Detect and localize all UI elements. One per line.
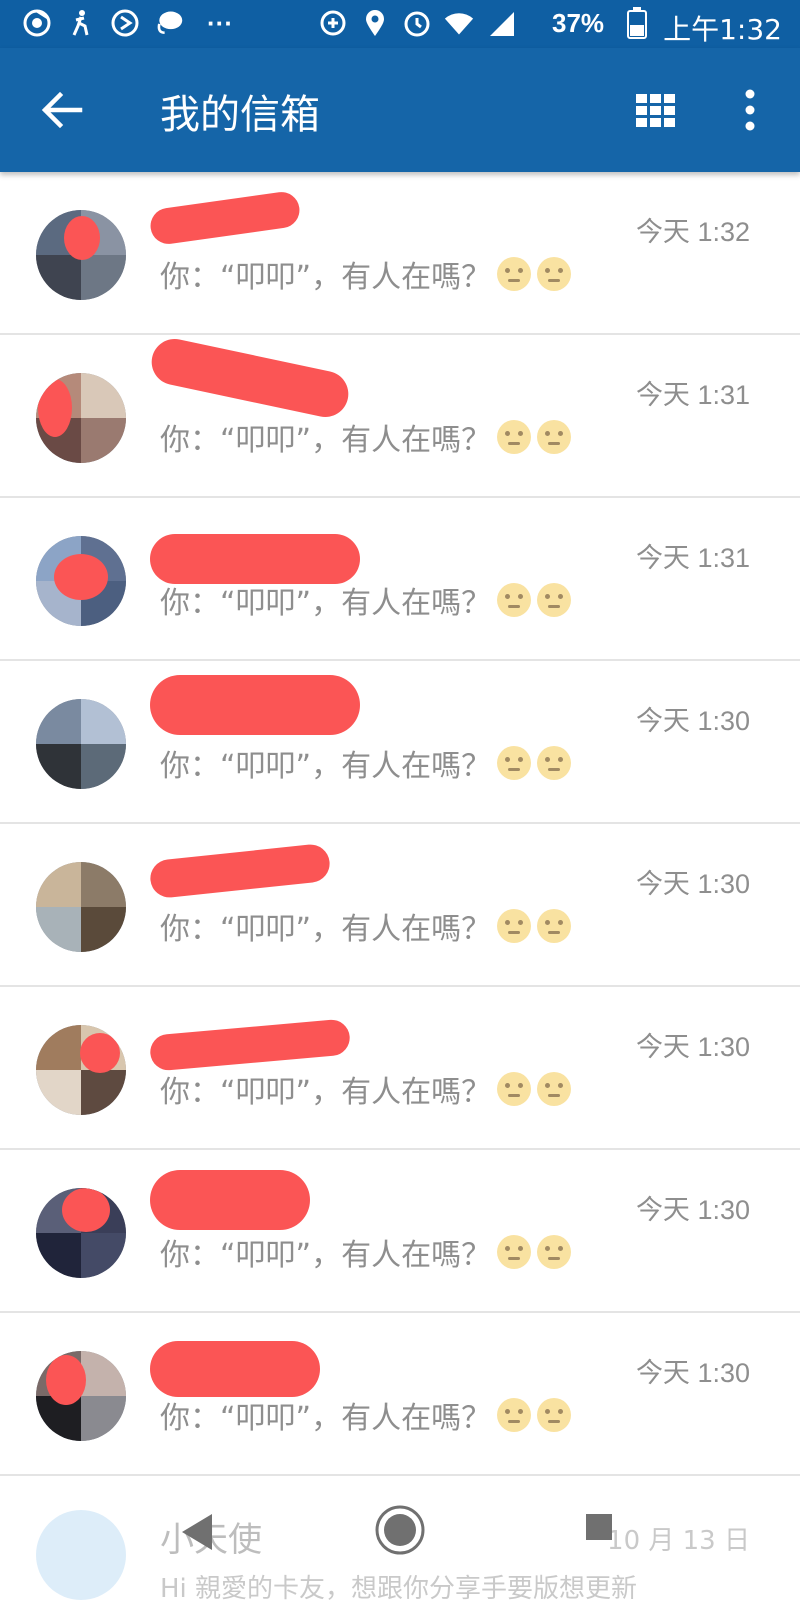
message-row[interactable]: 你：“叩叩”，有人在嗎？ 今天 1:30	[0, 661, 800, 824]
thinking-face-emoji-icon	[497, 420, 532, 454]
grid-view-icon[interactable]	[634, 92, 678, 128]
avatar	[36, 1188, 126, 1278]
nav-home-icon[interactable]	[374, 1504, 426, 1560]
avatar	[36, 536, 126, 626]
contact-name-redacted	[147, 334, 353, 422]
clock: 上午1:32	[663, 13, 782, 46]
chrome-icon	[22, 8, 52, 38]
message-row[interactable]: 你：“叩叩”，有人在嗎？ 今天 1:32	[0, 172, 800, 335]
message-preview: 你：“叩叩”，有人在嗎？	[160, 578, 572, 622]
preview-text: 你：“叩叩”，有人在嗎？	[160, 423, 492, 458]
preview-text: 你：“叩叩”，有人在嗎？	[160, 1401, 492, 1436]
more-vert-icon[interactable]	[734, 86, 766, 134]
message-row[interactable]: 你：“叩叩”，有人在嗎？ 今天 1:30	[0, 1313, 800, 1476]
message-preview: 你：“叩叩”，有人在嗎？	[160, 904, 572, 948]
message-time: 今天 1:31	[635, 543, 750, 573]
contact-name-redacted	[148, 189, 302, 247]
thinking-face-emoji-icon	[537, 1235, 572, 1269]
thinking-face-emoji-icon	[497, 583, 532, 617]
nav-recents-icon[interactable]	[584, 1512, 614, 1546]
wifi-icon	[444, 8, 474, 38]
thinking-face-emoji-icon	[497, 909, 532, 943]
contact-name-redacted	[150, 1341, 320, 1397]
message-preview: 你：“叩叩”，有人在嗎？	[160, 1393, 572, 1437]
avatar	[36, 210, 126, 300]
avatar	[36, 862, 126, 952]
preview-text: 你：“叩叩”，有人在嗎？	[160, 912, 492, 947]
contact-name-redacted	[150, 1170, 310, 1230]
thinking-face-emoji-icon	[537, 583, 572, 617]
preview-text: 你：“叩叩”，有人在嗎？	[160, 260, 492, 295]
battery-percent: 37%	[552, 8, 605, 38]
page-title: 我的信箱	[160, 92, 320, 138]
message-preview: 你：“叩叩”，有人在嗎？	[160, 1230, 572, 1274]
preview-text: 你：“叩叩”，有人在嗎？	[160, 749, 492, 784]
message-time: 今天 1:30	[635, 1032, 750, 1062]
thinking-face-emoji-icon	[537, 420, 572, 454]
thinking-face-emoji-icon	[497, 1072, 532, 1106]
contact-name-redacted	[148, 1018, 352, 1072]
message-row[interactable]: 你：“叩叩”，有人在嗎？ 今天 1:30	[0, 1150, 800, 1313]
thinking-face-emoji-icon	[537, 1398, 572, 1432]
battery-charging-icon	[622, 7, 652, 39]
system-nav-bar	[0, 1480, 800, 1595]
message-row[interactable]: 你：“叩叩”，有人在嗎？ 今天 1:31	[0, 498, 800, 661]
contact-name-redacted	[150, 675, 360, 735]
thinking-face-emoji-icon	[537, 257, 572, 291]
app-bar: 我的信箱	[0, 48, 800, 172]
message-time: 今天 1:32	[635, 217, 750, 247]
status-bar: ··· 37% 上午1:32	[0, 0, 800, 48]
message-row[interactable]: 你：“叩叩”，有人在嗎？ 今天 1:30	[0, 824, 800, 987]
contact-name-redacted	[150, 534, 360, 584]
thinking-face-emoji-icon	[497, 1235, 532, 1269]
message-row[interactable]: 你：“叩叩”，有人在嗎？ 今天 1:31	[0, 334, 800, 498]
preview-text: 你：“叩叩”，有人在嗎？	[160, 586, 492, 621]
message-preview: 你：“叩叩”，有人在嗎？	[160, 1067, 572, 1111]
avatar	[36, 373, 126, 463]
thinking-face-emoji-icon	[497, 746, 532, 780]
message-time: 今天 1:30	[635, 1195, 750, 1225]
message-time: 今天 1:30	[635, 706, 750, 736]
avatar	[36, 1351, 126, 1441]
message-time: 今天 1:30	[635, 1358, 750, 1388]
message-preview: 你：“叩叩”，有人在嗎？	[160, 415, 572, 459]
signal-icon	[486, 8, 516, 38]
data-saver-icon	[318, 8, 348, 38]
thinking-face-emoji-icon	[497, 1398, 532, 1432]
contact-name-redacted	[148, 842, 332, 900]
maps-navigation-icon	[110, 8, 140, 38]
avatar	[36, 699, 126, 789]
back-arrow-icon[interactable]	[36, 84, 88, 136]
message-preview: 你：“叩叩”，有人在嗎？	[160, 252, 572, 296]
thinking-face-emoji-icon	[537, 909, 572, 943]
thinking-face-emoji-icon	[497, 257, 532, 291]
message-list: 你：“叩叩”，有人在嗎？ 今天 1:32 你：“叩叩”，有人在嗎？ 今天 1:3…	[0, 172, 800, 1476]
message-time: 今天 1:30	[635, 869, 750, 899]
more-dots-icon: ···	[207, 7, 233, 38]
nav-back-icon[interactable]	[176, 1510, 216, 1558]
accessibility-icon	[66, 8, 96, 38]
message-preview: 你：“叩叩”，有人在嗎？	[160, 741, 572, 785]
chat-bubble-icon	[154, 8, 184, 38]
location-icon	[360, 8, 390, 38]
alarm-icon	[402, 8, 432, 38]
avatar	[36, 1025, 126, 1115]
message-time: 今天 1:31	[635, 380, 750, 410]
preview-text: 你：“叩叩”，有人在嗎？	[160, 1238, 492, 1273]
preview-text: 你：“叩叩”，有人在嗎？	[160, 1075, 492, 1110]
thinking-face-emoji-icon	[537, 746, 572, 780]
message-row[interactable]: 你：“叩叩”，有人在嗎？ 今天 1:30	[0, 987, 800, 1150]
thinking-face-emoji-icon	[537, 1072, 572, 1106]
